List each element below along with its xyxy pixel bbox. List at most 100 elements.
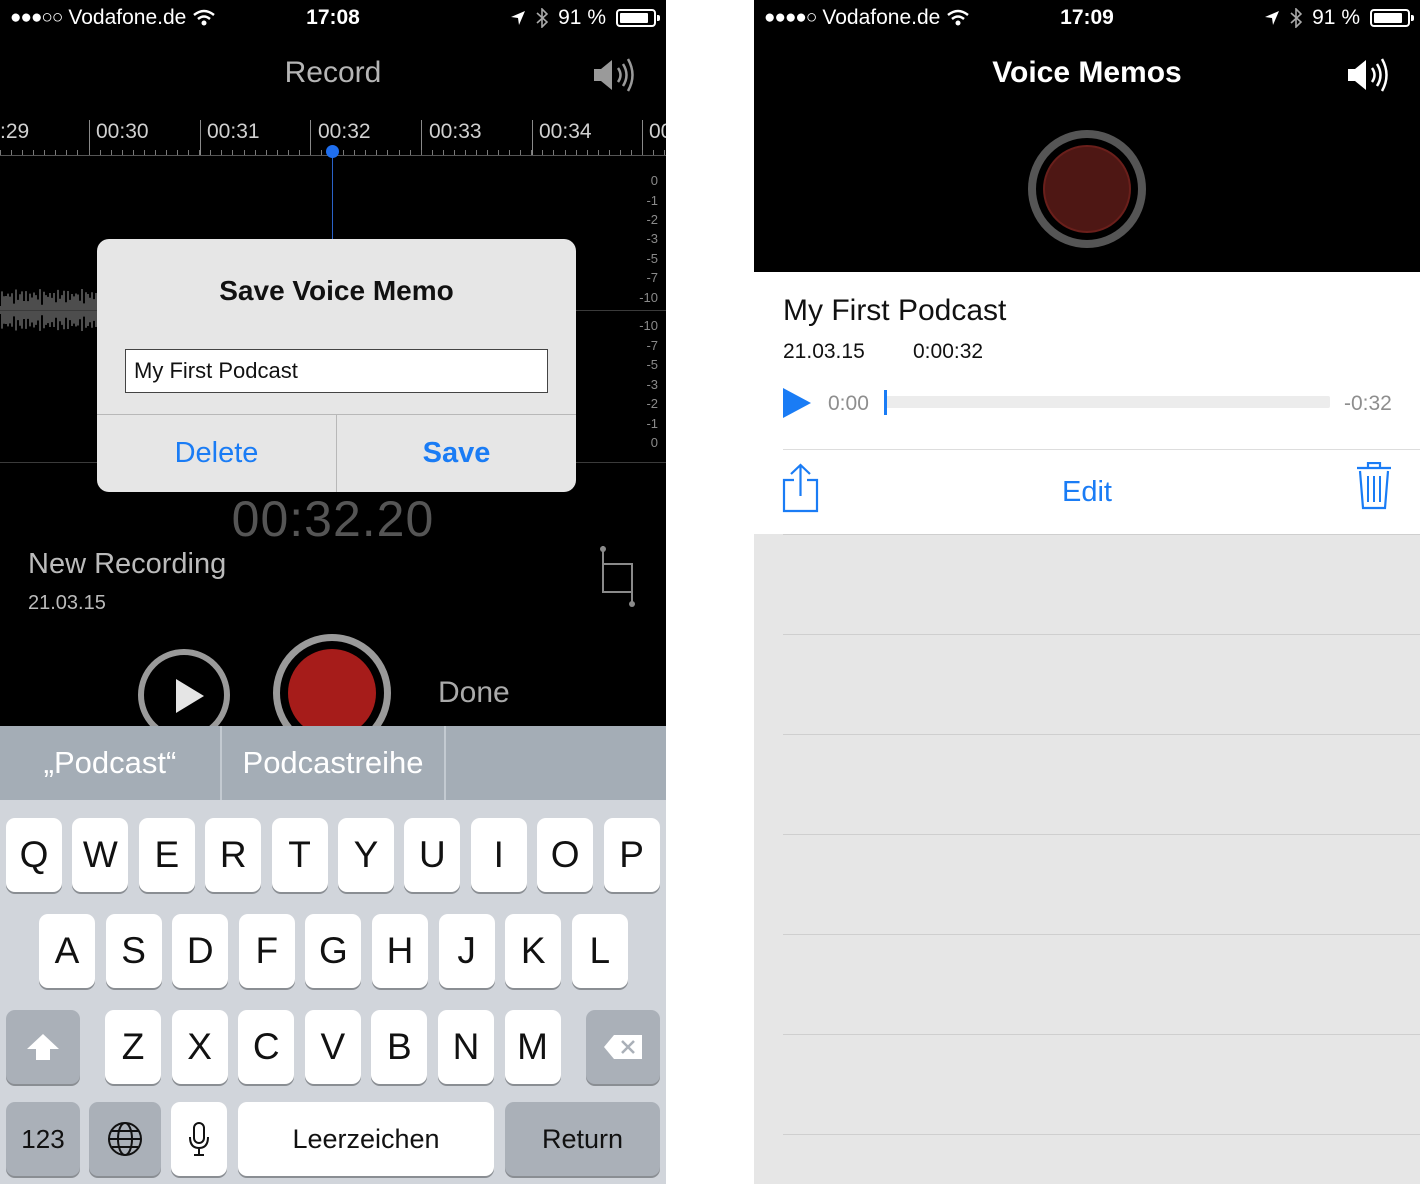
key-a[interactable]: A: [39, 914, 95, 988]
remaining-time: -0:32: [1344, 392, 1392, 415]
db-scale-label: -5: [646, 357, 658, 372]
playhead-line: [332, 152, 333, 242]
nav-title: Record: [284, 56, 382, 89]
key-m[interactable]: M: [504, 1010, 561, 1084]
backspace-icon: [604, 1035, 642, 1059]
db-scale-label: 0: [650, 173, 658, 188]
speaker-icon[interactable]: [590, 56, 640, 94]
recorder-header: ●●●●○ Vodafone.de 17:09 91 % Voice Memos: [754, 0, 1420, 272]
memo-name-input[interactable]: My First Podcast: [125, 349, 548, 393]
record-screen: ●●●○○ Vodafone.de 17:08 91 % Record :29 …: [0, 0, 666, 1184]
db-scale-label: -3: [646, 231, 658, 246]
key-y[interactable]: Y: [338, 818, 394, 892]
dialog-title: Save Voice Memo: [219, 275, 454, 306]
nav-title: Voice Memos: [992, 56, 1182, 89]
db-scale-label: -1: [646, 416, 658, 431]
dictation-key[interactable]: [171, 1102, 227, 1176]
db-scale-label: 0: [650, 435, 658, 450]
db-scale-label: -7: [646, 338, 658, 353]
delete-button[interactable]: Delete: [97, 415, 336, 492]
status-bar: ●●●●○ Vodafone.de 17:09 91 %: [754, 0, 1420, 40]
db-scale-label: -10: [639, 290, 658, 305]
suggestion-item[interactable]: „Podcast“: [0, 726, 220, 800]
db-scale-label: -5: [646, 251, 658, 266]
battery-percent: 91 %: [558, 6, 606, 29]
timeline-label: 00:34: [539, 120, 592, 143]
timeline-label: :29: [0, 120, 30, 143]
save-voice-memo-dialog: Save Voice Memo My First Podcast Delete …: [97, 239, 576, 492]
return-key[interactable]: Return: [505, 1102, 660, 1176]
recording-name[interactable]: New Recording: [28, 548, 226, 581]
done-button[interactable]: Done: [438, 676, 510, 710]
memo-date: 21.03.15: [783, 340, 865, 363]
backspace-key[interactable]: [586, 1010, 660, 1084]
timeline-label: 00:33: [429, 120, 482, 143]
key-k[interactable]: K: [505, 914, 562, 988]
suggestion-item[interactable]: [446, 726, 666, 800]
shift-key[interactable]: [6, 1010, 80, 1084]
key-l[interactable]: L: [571, 914, 628, 988]
db-scale-label: -2: [646, 396, 658, 411]
key-q[interactable]: Q: [6, 818, 62, 892]
db-scale-label: -10: [639, 318, 658, 333]
battery-icon: [1370, 9, 1414, 27]
key-e[interactable]: E: [138, 818, 195, 892]
memo-duration: 0:00:32: [913, 340, 984, 363]
shift-icon: [27, 1034, 59, 1060]
numbers-key[interactable]: 123: [6, 1102, 80, 1176]
battery-percent: 91 %: [1312, 6, 1360, 29]
key-s[interactable]: S: [105, 914, 162, 988]
list-separator: [783, 834, 1420, 835]
db-scale-label: -3: [646, 377, 658, 392]
play-icon[interactable]: [783, 388, 811, 418]
db-scale-label: -2: [646, 212, 658, 227]
db-scale-label: -1: [646, 193, 658, 208]
key-h[interactable]: H: [372, 914, 428, 988]
key-o[interactable]: O: [537, 818, 594, 892]
record-button-core: [1043, 145, 1131, 233]
autocorrect-bar: „Podcast“ Podcastreihe: [0, 726, 666, 800]
memo-title[interactable]: My First Podcast: [783, 294, 1006, 328]
key-g[interactable]: G: [305, 914, 362, 988]
voice-memos-screen: ●●●●○ Vodafone.de 17:09 91 % Voice Memos: [754, 0, 1420, 1184]
battery-icon: [616, 9, 660, 27]
playback-scrubber[interactable]: [884, 396, 1330, 408]
scrubber-handle[interactable]: [884, 390, 887, 415]
timeline-label: 00:31: [207, 120, 260, 143]
trash-icon[interactable]: [1356, 462, 1392, 510]
key-w[interactable]: W: [72, 818, 129, 892]
recording-date: 21.03.15: [28, 592, 106, 614]
space-key[interactable]: Leerzeichen: [238, 1102, 494, 1176]
key-j[interactable]: J: [438, 914, 495, 988]
key-n[interactable]: N: [438, 1010, 494, 1084]
list-separator: [783, 1034, 1420, 1035]
globe-key[interactable]: [89, 1102, 161, 1176]
key-f[interactable]: F: [238, 914, 295, 988]
edit-button[interactable]: Edit: [754, 476, 1420, 509]
key-u[interactable]: U: [404, 818, 461, 892]
key-x[interactable]: X: [171, 1010, 228, 1084]
list-separator: [783, 934, 1420, 935]
key-c[interactable]: C: [238, 1010, 295, 1084]
key-z[interactable]: Z: [105, 1010, 161, 1084]
suggestion-item[interactable]: Podcastreihe: [222, 726, 444, 800]
key-r[interactable]: R: [205, 818, 262, 892]
record-button[interactable]: [1028, 130, 1146, 248]
memo-list-item-expanded[interactable]: My First Podcast 21.03.15 0:00:32 0:00 -…: [754, 272, 1420, 534]
playhead-handle[interactable]: [326, 145, 339, 158]
location-icon: [511, 11, 526, 25]
location-icon: [1265, 11, 1280, 25]
key-d[interactable]: D: [172, 914, 229, 988]
globe-icon: [108, 1122, 142, 1156]
card-divider: [783, 449, 1420, 450]
trim-icon[interactable]: [598, 546, 638, 608]
key-i[interactable]: I: [470, 818, 527, 892]
key-v[interactable]: V: [304, 1010, 361, 1084]
save-button[interactable]: Save: [337, 415, 576, 492]
key-p[interactable]: P: [603, 818, 660, 892]
key-b[interactable]: B: [371, 1010, 428, 1084]
list-separator: [783, 1134, 1420, 1135]
key-t[interactable]: T: [271, 818, 328, 892]
speaker-icon[interactable]: [1344, 56, 1394, 94]
db-scale-label: -7: [646, 270, 658, 285]
